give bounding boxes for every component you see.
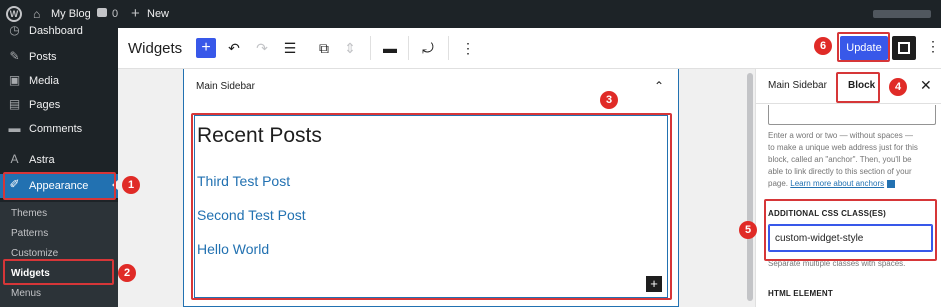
sidebar-item-posts[interactable]: ✎ Posts	[0, 46, 118, 68]
toolbar-divider	[448, 36, 449, 60]
move-arrows-icon[interactable]: ⇕	[340, 38, 360, 58]
sidebar-item-label: Pages	[29, 99, 61, 111]
toolbar-divider	[408, 36, 409, 60]
sidebar-item-media[interactable]: ▣ Media	[0, 70, 118, 92]
home-icon[interactable]: ⌂	[33, 7, 40, 21]
plus-icon[interactable]: +	[131, 5, 140, 22]
new-content-link[interactable]: New	[147, 8, 169, 20]
annotation-badge: 5	[739, 221, 757, 239]
comment-bubble-icon[interactable]	[97, 8, 107, 17]
anchor-help-line: able to link directly to this section of…	[768, 167, 912, 176]
css-class-label: ADDITIONAL CSS CLASS(ES)	[768, 209, 886, 218]
more-options-icon[interactable]: ⋮	[458, 38, 478, 58]
learn-more-anchors-link[interactable]: Learn more about anchors	[790, 179, 884, 188]
css-help-text: Separate multiple classes with spaces.	[768, 259, 906, 268]
media-icon: ▣	[8, 73, 21, 87]
add-block-button[interactable]: +	[196, 38, 216, 58]
redo-icon[interactable]: ↷	[252, 38, 272, 58]
post-link[interactable]: Second Test Post	[197, 207, 306, 223]
anchor-help-line: block, called an "anchor". Then, you'll …	[768, 155, 912, 164]
sidebar-item-label: Comments	[29, 123, 83, 135]
sidebar-item-label: Media	[29, 75, 59, 87]
css-class-input[interactable]: custom-widget-style	[768, 224, 933, 252]
dashboard-icon: ◷	[9, 23, 20, 37]
sidebar-item-label: Appearance	[29, 180, 89, 192]
comment-count[interactable]: 0	[112, 8, 118, 20]
sidebar-item-pages[interactable]: ▤ Pages	[0, 94, 118, 116]
annotation-badge: 1	[122, 176, 140, 194]
options-menu-icon[interactable]: ⋮	[926, 38, 940, 55]
block-appender-button[interactable]: +	[646, 276, 662, 292]
submenu-item-themes[interactable]: Themes	[11, 208, 47, 219]
sidebar-item-label: Posts	[29, 51, 57, 63]
pages-icon: ▤	[8, 97, 21, 111]
align-icon[interactable]: ▬	[380, 38, 400, 58]
widget-area-title: Main Sidebar	[196, 81, 255, 92]
sidebar-item-astra[interactable]: A Astra	[0, 149, 118, 171]
submenu-item-menus[interactable]: Menus	[11, 288, 41, 299]
admin-bar: W ⌂ My Blog 0 + New	[0, 0, 941, 28]
close-icon[interactable]: ✕	[920, 77, 932, 94]
block-heading: Recent Posts	[197, 124, 322, 147]
anchor-help-prefix: page.	[768, 179, 789, 188]
appearance-submenu: Themes Patterns Customize Widgets Menus	[0, 202, 118, 307]
post-link[interactable]: Third Test Post	[197, 173, 290, 189]
submenu-item-customize[interactable]: Customize	[11, 248, 58, 259]
annotation-badge: 2	[118, 264, 136, 282]
anchor-help-line: to make a unique web address just for th…	[768, 143, 918, 152]
anchor-help-line: Enter a word or two — without spaces —	[768, 131, 913, 140]
collapse-caret-icon[interactable]: ⌃	[654, 79, 664, 93]
submenu-item-widgets[interactable]: Widgets	[11, 268, 50, 279]
post-link[interactable]: Hello World	[197, 241, 269, 257]
page-title: Widgets	[128, 40, 183, 57]
list-view-icon[interactable]: ☰	[280, 38, 300, 58]
pin-icon: ✎	[9, 49, 20, 63]
transform-icon[interactable]: ⤾	[418, 38, 438, 58]
block-inspector: Main Sidebar Block ✕ Enter a word or two…	[755, 69, 941, 307]
admin-sidebar: ◷ Dashboard ✎ Posts ▣ Media ▤ Pages ▬ Co…	[0, 24, 118, 307]
scrollbar-thumb[interactable]	[747, 73, 753, 301]
html-anchor-field[interactable]	[768, 105, 936, 125]
tab-main-sidebar[interactable]: Main Sidebar	[768, 80, 827, 91]
update-button[interactable]: Update	[840, 36, 888, 60]
astra-icon: A	[10, 152, 19, 166]
tab-block[interactable]: Block	[848, 80, 875, 91]
sidebar-item-comments[interactable]: ▬ Comments	[0, 118, 118, 140]
user-account-menu[interactable]	[873, 10, 931, 18]
site-name-link[interactable]: My Blog	[51, 8, 91, 20]
comment-icon: ▬	[8, 121, 21, 135]
external-link-icon	[887, 179, 896, 188]
undo-icon[interactable]: ↶	[224, 38, 244, 58]
sidebar-item-label: Dashboard	[29, 25, 83, 37]
tab-divider	[756, 103, 941, 104]
sidebar-item-dashboard[interactable]: ◷ Dashboard	[0, 20, 118, 42]
block-type-icon[interactable]: ⧉	[314, 38, 334, 58]
settings-panel-toggle-icon[interactable]	[892, 36, 916, 60]
html-element-label: HTML ELEMENT	[768, 289, 833, 298]
annotation-badge: 3	[600, 91, 618, 109]
anchor-help-last: page. Learn more about anchors	[768, 179, 896, 188]
sidebar-item-appearance[interactable]: ✐ Appearance	[0, 174, 118, 198]
annotation-badge: 4	[889, 78, 907, 96]
sidebar-item-label: Astra	[29, 154, 55, 166]
toolbar-divider	[370, 36, 371, 60]
annotation-badge: 6	[814, 37, 832, 55]
brush-icon: ✐	[9, 177, 20, 191]
recent-posts-block[interactable]: Recent Posts Third Test Post Second Test…	[194, 115, 668, 298]
submenu-item-patterns[interactable]: Patterns	[11, 228, 48, 239]
